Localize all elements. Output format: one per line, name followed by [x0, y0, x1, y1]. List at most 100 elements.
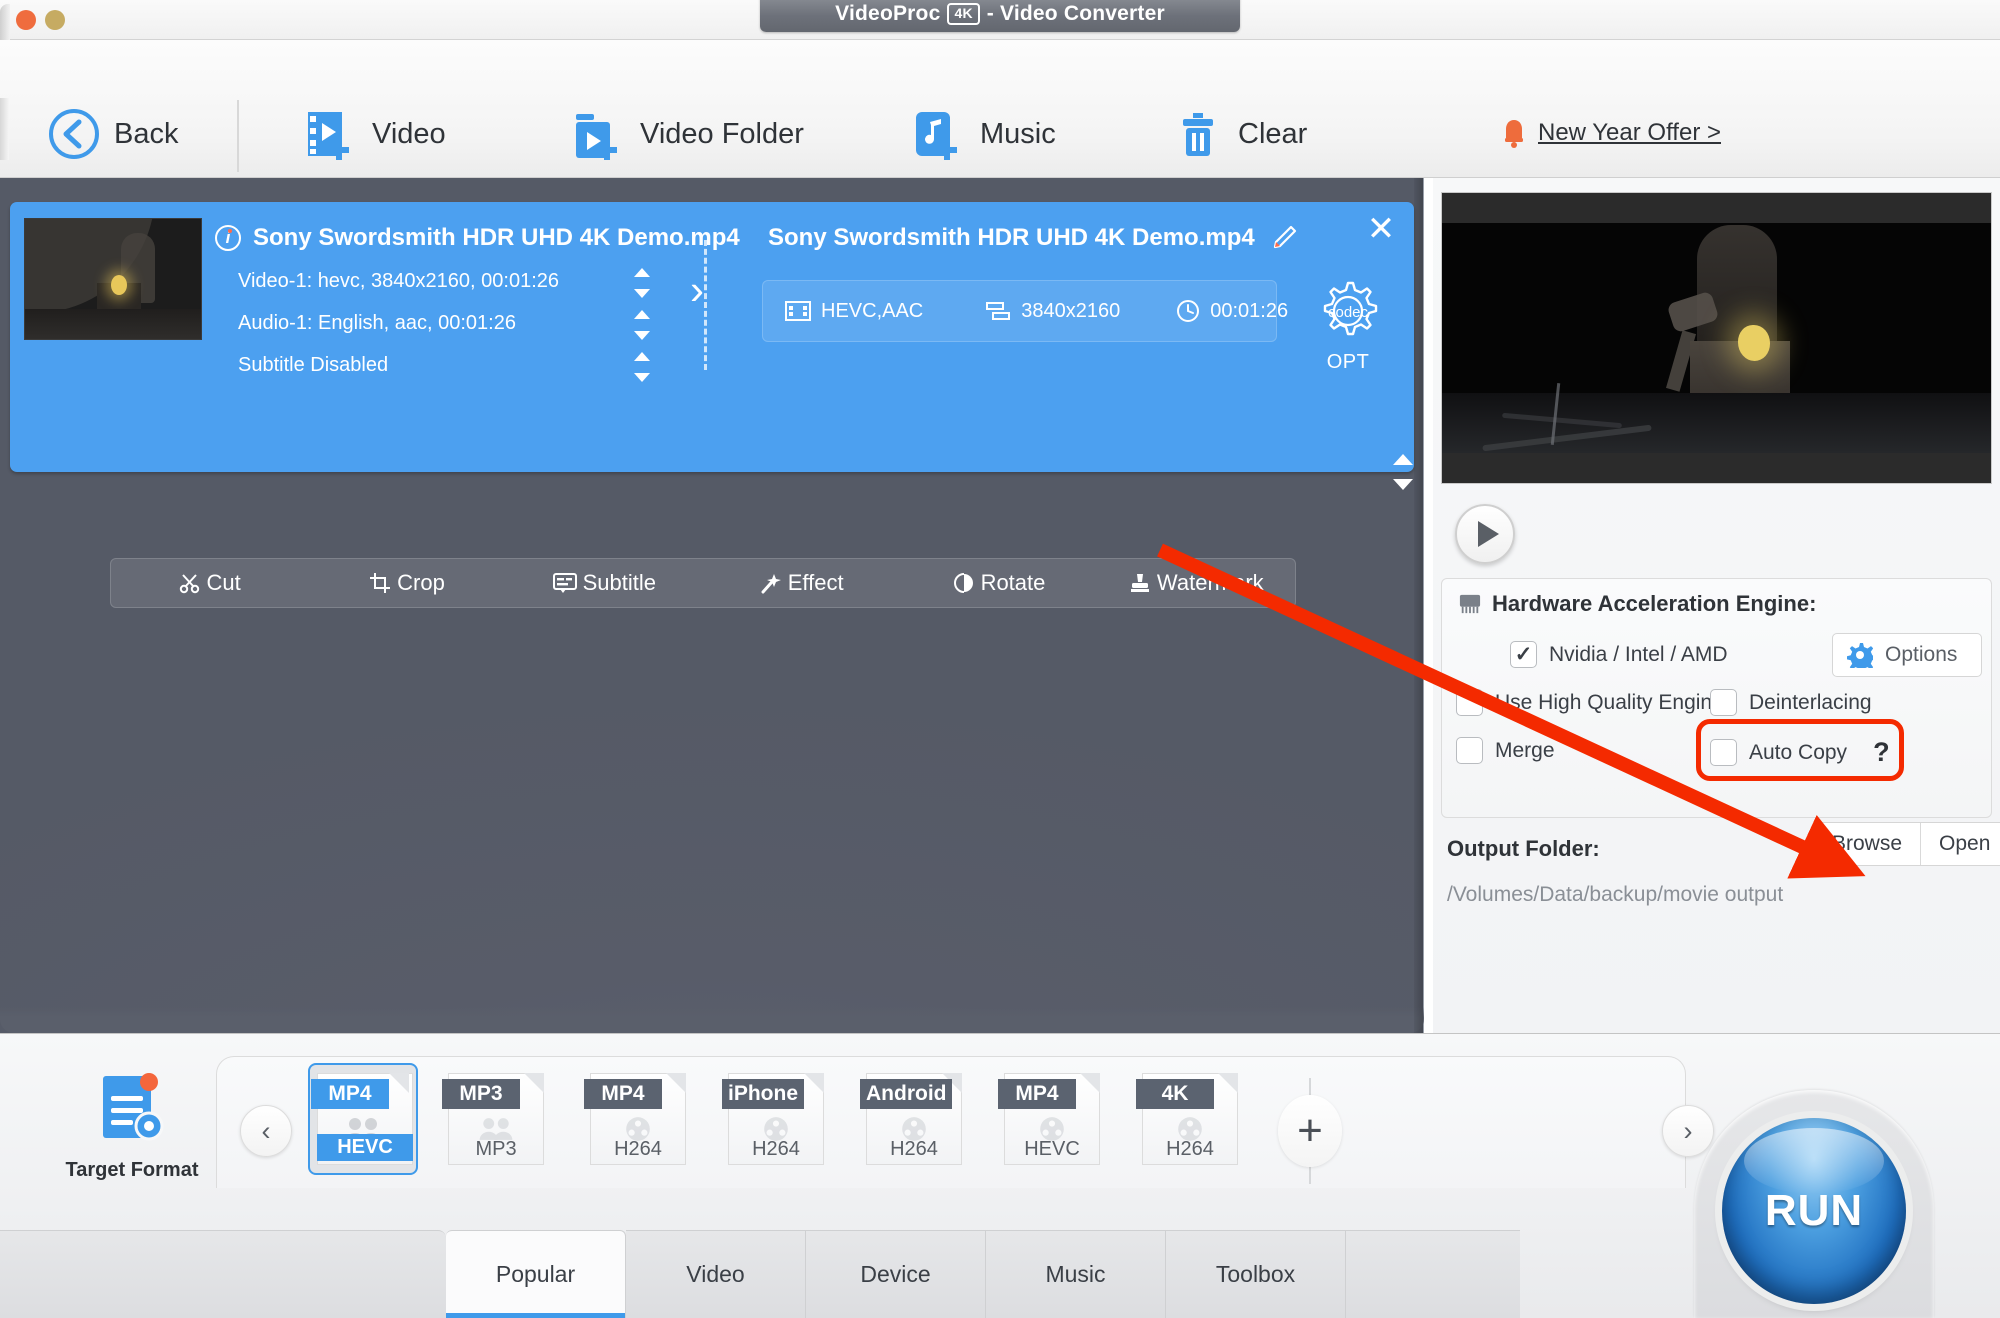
- add-video-icon: [308, 112, 349, 160]
- edit-watermark-button[interactable]: Watermark: [1098, 570, 1295, 596]
- codec-options-label: OPT: [1326, 351, 1370, 373]
- toolbar-clear-button[interactable]: Clear: [1172, 102, 1307, 166]
- tab-music[interactable]: Music: [986, 1230, 1166, 1318]
- toolbar-back-button[interactable]: Back: [48, 102, 178, 166]
- toolbar-video-folder-label: Video Folder: [640, 117, 804, 150]
- toolbar-add-video-button[interactable]: Video: [302, 102, 446, 166]
- toolbar-divider: [237, 100, 239, 172]
- edit-effect-label: Effect: [787, 570, 844, 595]
- format-tile-bottom-label: MP3: [475, 1138, 517, 1160]
- high-quality-engine-checkbox[interactable]: [1456, 689, 1483, 716]
- toolbar-add-video-folder-button[interactable]: Video Folder: [570, 102, 804, 166]
- open-button[interactable]: Open: [1921, 823, 2000, 865]
- meta-duration: 00:01:26: [1176, 299, 1288, 323]
- resolution-icon: [986, 302, 1011, 320]
- back-arrow-icon: [49, 109, 99, 159]
- format-tile-bottom-label: H264: [890, 1138, 938, 1160]
- merge-label: Merge: [1495, 738, 1555, 762]
- crop-icon: [370, 573, 391, 593]
- tab-device[interactable]: Device: [806, 1230, 986, 1318]
- tab-video[interactable]: Video: [626, 1230, 806, 1318]
- format-tile-top-label: 4K: [1136, 1079, 1214, 1109]
- format-tile-android[interactable]: Android H264: [860, 1073, 962, 1165]
- format-tile-top-label: MP4: [998, 1079, 1076, 1109]
- info-icon[interactable]: i: [215, 225, 241, 251]
- right-settings-panel: Hardware Acceleration Engine: Nvidia / I…: [1433, 178, 2000, 1033]
- minimize-window-button[interactable]: [45, 10, 65, 30]
- source-file-name: Sony Swordsmith HDR UHD 4K Demo.mp4: [253, 224, 740, 251]
- edit-cut-button[interactable]: Cut: [111, 570, 308, 596]
- auto-copy-help-icon[interactable]: ?: [1873, 737, 1890, 768]
- trash-icon: [1183, 113, 1213, 156]
- add-format-button[interactable]: +: [1278, 1095, 1342, 1167]
- edit-watermark-label: Watermark: [1156, 570, 1264, 595]
- card-order-spinner[interactable]: [1393, 454, 1413, 490]
- edit-crop-button[interactable]: Crop: [308, 570, 505, 596]
- format-tile-top-label: MP3: [442, 1079, 520, 1109]
- format-tile-4k[interactable]: 4K H264: [1136, 1073, 1238, 1165]
- format-prev-button[interactable]: ‹: [240, 1105, 292, 1157]
- format-tile-mp3[interactable]: MP3 MP3: [442, 1073, 544, 1165]
- hardware-options-button[interactable]: Options: [1832, 633, 1982, 677]
- svg-text:codec: codec: [1328, 304, 1369, 321]
- codec-options-button[interactable]: codec OPT: [1305, 278, 1391, 374]
- nvidia-intel-amd-row[interactable]: Nvidia / Intel / AMD: [1510, 641, 1728, 668]
- codec-gear-icon: codec: [1323, 281, 1378, 336]
- format-tile-iphone[interactable]: iPhone H264: [722, 1073, 824, 1165]
- preview-play-button[interactable]: [1455, 504, 1515, 564]
- edit-rotate-label: Rotate: [980, 570, 1046, 595]
- new-year-offer-link[interactable]: New Year Offer >: [1500, 118, 1721, 148]
- toolbar-music-label: Music: [980, 117, 1056, 150]
- format-tile-top-label: MP4: [311, 1079, 389, 1109]
- toolbar-video-label: Video: [372, 117, 446, 150]
- target-format-block: Target Format: [62, 1070, 202, 1182]
- edit-subtitle-button[interactable]: Subtitle: [506, 570, 703, 596]
- tab-toolbox[interactable]: Toolbox: [1166, 1230, 1346, 1318]
- browse-button[interactable]: Browse: [1814, 823, 1920, 865]
- tab-popular-label: Popular: [495, 1261, 576, 1287]
- high-quality-engine-row[interactable]: Use High Quality Engine: [1456, 689, 1724, 716]
- format-tile-mp4-hevc[interactable]: MP4 HEVC: [308, 1063, 418, 1175]
- deinterlacing-row[interactable]: Deinterlacing: [1710, 689, 1872, 716]
- meta-resolution: 3840x2160: [985, 300, 1120, 323]
- plus-icon: +: [1297, 1106, 1323, 1155]
- merge-checkbox[interactable]: [1456, 737, 1483, 764]
- toolbar-add-music-button[interactable]: Music: [910, 102, 1056, 166]
- deinterlacing-checkbox[interactable]: [1710, 689, 1737, 716]
- format-tile-mp4-h264[interactable]: MP4 H264: [584, 1073, 686, 1165]
- run-button-label: RUN: [1764, 1186, 1864, 1235]
- remove-file-button[interactable]: ✕: [1364, 212, 1398, 248]
- file-thumbnail: [24, 218, 202, 340]
- subtitle-icon: [552, 573, 577, 593]
- audio-stream-selector[interactable]: [634, 310, 652, 340]
- video-preview[interactable]: [1441, 192, 1992, 484]
- video-stream-info: Video-1: hevc, 3840x2160, 00:01:26: [238, 270, 559, 292]
- rotate-icon: [953, 573, 973, 593]
- play-icon: [1478, 521, 1499, 547]
- tab-popular[interactable]: Popular: [446, 1230, 626, 1318]
- output-folder-actions: Browse Open: [1813, 822, 2000, 866]
- pencil-icon[interactable]: [1271, 225, 1297, 251]
- format-next-button[interactable]: ›: [1662, 1105, 1714, 1157]
- auto-copy-row[interactable]: Auto Copy ?: [1710, 737, 1890, 768]
- edit-rotate-button[interactable]: Rotate: [900, 570, 1097, 596]
- add-music-icon: [916, 112, 957, 160]
- source-file-title: i Sony Swordsmith HDR UHD 4K Demo.mp4: [215, 224, 740, 252]
- format-tile-mp4-hevc-2[interactable]: MP4 HEVC: [998, 1073, 1100, 1165]
- subtitle-stream-info: Subtitle Disabled: [238, 354, 389, 376]
- document-settings-icon: [103, 1073, 164, 1141]
- edit-effect-button[interactable]: Effect: [703, 570, 900, 596]
- video-stream-selector[interactable]: [634, 268, 652, 298]
- auto-copy-checkbox[interactable]: [1710, 739, 1737, 766]
- run-button[interactable]: RUN: [1722, 1118, 1906, 1304]
- hardware-options-label: Options: [1885, 643, 1958, 666]
- auto-copy-label: Auto Copy: [1749, 740, 1848, 764]
- tab-video-label: Video: [686, 1261, 745, 1287]
- meta-duration-label: 00:01:26: [1210, 299, 1289, 322]
- close-window-button[interactable]: [16, 10, 36, 30]
- nvidia-intel-amd-checkbox[interactable]: [1510, 641, 1537, 668]
- file-item-card[interactable]: i Sony Swordsmith HDR UHD 4K Demo.mp4 Vi…: [10, 202, 1414, 490]
- subtitle-stream-selector[interactable]: [634, 352, 652, 382]
- merge-row[interactable]: Merge: [1456, 737, 1555, 764]
- audio-stream-info: Audio-1: English, aac, 00:01:26: [238, 312, 516, 334]
